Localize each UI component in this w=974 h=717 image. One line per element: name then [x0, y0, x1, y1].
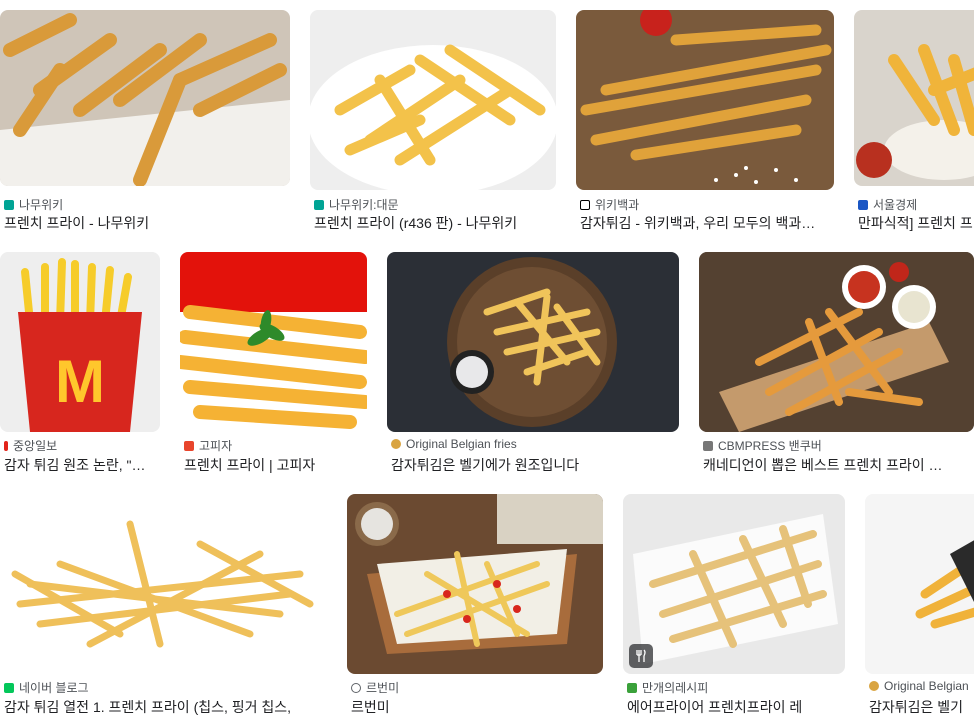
wikipedia-icon: [580, 199, 590, 210]
result-source: 고피자: [184, 437, 367, 454]
source-label: 나무위키:대문: [329, 198, 399, 212]
result-source: Original Belgian: [869, 679, 974, 693]
result-title[interactable]: 감자튀김은 벨기에가 원조입니다: [391, 455, 679, 475]
result-source: 만개의레시피: [627, 679, 845, 696]
result-title[interactable]: 감자 튀김 원조 논란, "…: [4, 455, 160, 475]
result-thumbnail[interactable]: [347, 494, 603, 674]
seoul-economy-icon: [858, 199, 868, 210]
result-thumbnail[interactable]: [310, 10, 556, 190]
result-title[interactable]: 감자튀김 - 위키백과, 우리 모두의 백과…: [580, 213, 832, 233]
result-source: CBMPRESS 밴쿠버: [703, 437, 974, 454]
source-label: Original Belgian: [884, 679, 969, 693]
result-source: 서울경제: [858, 196, 974, 213]
source-label: 위키백과: [595, 198, 640, 212]
result-title[interactable]: 감자튀김은 벨기: [869, 697, 974, 717]
result-thumbnail[interactable]: [0, 494, 327, 674]
result-thumbnail[interactable]: M: [0, 252, 160, 432]
namuwiki-icon: [314, 199, 324, 210]
source-label: 네이버 블로그: [19, 681, 89, 695]
result-source: Original Belgian fries: [391, 437, 679, 451]
result-thumbnail[interactable]: [865, 494, 974, 674]
result-title[interactable]: 만파식적] 프렌치 프: [858, 213, 974, 233]
naver-blog-icon: [4, 682, 14, 693]
result-source: 나무위키:대문: [314, 196, 554, 213]
source-label: 중앙일보: [13, 439, 58, 453]
source-label: 서울경제: [873, 198, 918, 212]
belgian-fries-icon: [869, 681, 879, 691]
result-title[interactable]: 에어프라이어 프렌치프라이 레: [627, 697, 845, 717]
source-label: 고피자: [199, 439, 233, 453]
joongang-icon: [4, 440, 8, 451]
result-title[interactable]: 캐네디언이 뽑은 베스트 프렌치 프라이 …: [703, 455, 969, 475]
cbmpress-icon: [703, 440, 713, 451]
result-thumbnail[interactable]: [0, 10, 290, 186]
source-label: CBMPRESS 밴쿠버: [718, 439, 822, 453]
result-title[interactable]: 프렌치 프라이 - 나무위키: [4, 213, 288, 233]
result-thumbnail[interactable]: [623, 494, 845, 674]
result-thumbnail[interactable]: [699, 252, 974, 432]
svg-text:M: M: [55, 348, 105, 415]
result-thumbnail[interactable]: [387, 252, 679, 432]
namuwiki-icon: [4, 199, 14, 210]
source-label: 만개의레시피: [642, 681, 709, 695]
result-title[interactable]: 르번미: [351, 697, 603, 717]
result-source: 네이버 블로그: [4, 679, 327, 696]
10000recipe-icon: [627, 682, 637, 693]
belgian-fries-icon: [391, 439, 401, 449]
result-thumbnail[interactable]: [180, 252, 367, 432]
result-source: 위키백과: [580, 196, 832, 213]
source-label: 나무위키: [19, 198, 64, 212]
source-label: 르번미: [366, 681, 400, 695]
result-thumbnail[interactable]: [854, 10, 974, 186]
globe-icon: [351, 682, 361, 693]
result-title[interactable]: 감자 튀김 열전 1. 프렌치 프라이 (칩스, 핑거 칩스,: [4, 697, 327, 717]
result-thumbnail[interactable]: [576, 10, 834, 190]
gopizza-icon: [184, 440, 194, 451]
result-title[interactable]: 프렌치 프라이 (r436 판) - 나무위키: [314, 213, 554, 233]
result-source: 중앙일보: [4, 437, 160, 454]
source-label: Original Belgian fries: [406, 437, 517, 451]
result-source: 나무위키: [4, 196, 288, 213]
recipe-utensils-icon: [629, 644, 653, 668]
result-source: 르번미: [351, 679, 603, 696]
result-title[interactable]: 프렌치 프라이 | 고피자: [184, 455, 367, 475]
